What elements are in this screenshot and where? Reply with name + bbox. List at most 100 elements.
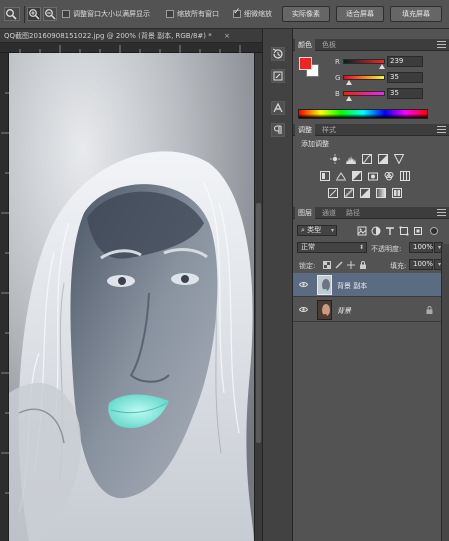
resize-windows-label: 调整窗口大小以满屏显示: [73, 10, 150, 18]
hue-saturation-icon[interactable]: [320, 171, 330, 181]
zoom-in-icon[interactable]: [27, 7, 41, 21]
canvas-vertical-scrollbar[interactable]: [254, 53, 262, 541]
zoom-tool-icon[interactable]: [4, 7, 20, 21]
zoom-out-icon[interactable]: [43, 7, 57, 21]
layers-panel-scrollbar[interactable]: [441, 244, 449, 541]
black-white-icon[interactable]: [352, 171, 362, 181]
layer-row-background-copy[interactable]: 背景 副本: [293, 273, 441, 297]
lock-position-icon[interactable]: [347, 261, 355, 269]
opacity-field[interactable]: 100%: [409, 242, 433, 253]
vertical-ruler: [0, 53, 9, 541]
brightness-contrast-icon[interactable]: [330, 154, 340, 164]
inverted-portrait-image: [9, 53, 254, 541]
options-bar: 调整窗口大小以满屏显示 缩放所有窗口 细微缩放 实际像素 适合屏幕 填充屏幕: [0, 0, 449, 29]
blue-slider[interactable]: [343, 91, 385, 101]
blue-value-field[interactable]: 35: [387, 88, 423, 99]
green-slider[interactable]: [343, 75, 385, 85]
scrollbar-thumb[interactable]: [256, 203, 261, 443]
posterize-icon[interactable]: [344, 188, 354, 198]
tab-layers[interactable]: 图层: [295, 207, 315, 219]
channel-mixer-icon[interactable]: [384, 171, 394, 181]
fill-label: 填充:: [390, 262, 407, 270]
red-slider-handle[interactable]: [379, 64, 386, 69]
tab-paths[interactable]: 路径: [343, 207, 363, 219]
zoom-all-windows-label: 缩放所有窗口: [177, 10, 219, 18]
chevron-down-icon: ⬍: [358, 244, 364, 251]
character-icon[interactable]: [271, 101, 285, 115]
layers-panel-menu-icon[interactable]: [437, 209, 446, 216]
threshold-icon[interactable]: [360, 188, 370, 198]
history-icon[interactable]: [271, 47, 285, 61]
zoom-all-windows-checkbox[interactable]: [166, 10, 174, 18]
invert-icon[interactable]: [328, 188, 338, 198]
tab-color[interactable]: 颜色: [295, 39, 315, 51]
scrubby-zoom-checkbox[interactable]: [233, 7, 241, 18]
color-lookup-icon[interactable]: [400, 171, 410, 181]
chevron-down-icon: ▾: [330, 227, 334, 234]
filter-kind-value: 类型: [307, 226, 322, 234]
eye-icon[interactable]: [299, 281, 308, 288]
close-document-icon[interactable]: ×: [224, 29, 230, 42]
blue-slider-handle[interactable]: [345, 96, 352, 101]
red-value-field[interactable]: 239: [387, 56, 423, 67]
document-canvas[interactable]: [9, 53, 254, 541]
fill-screen-button[interactable]: 填充屏幕: [390, 6, 442, 22]
vibrance-icon[interactable]: [394, 154, 404, 164]
search-icon: ⌕: [301, 226, 305, 234]
blue-channel-label: B: [335, 90, 340, 98]
selective-color-icon[interactable]: [392, 188, 402, 198]
layer-thumbnail: [317, 275, 332, 295]
fill-field[interactable]: 100%: [409, 259, 433, 270]
green-channel-label: G: [335, 74, 341, 82]
eye-icon[interactable]: [299, 306, 308, 313]
layers-panel-tabs: 图层 通道 路径: [293, 207, 449, 219]
foreground-color-swatch[interactable]: [299, 57, 312, 70]
adjustments-panel-menu-icon[interactable]: [437, 126, 446, 133]
resize-windows-checkbox[interactable]: [62, 10, 70, 18]
document-tab[interactable]: QQ截图20160908151022.jpg @ 200% (背景 副本, RG…: [0, 29, 262, 43]
layer-name: 背景 副本: [337, 282, 368, 290]
green-slider-handle[interactable]: [345, 80, 352, 85]
color-panel-menu-icon[interactable]: [437, 41, 446, 48]
right-panels: 颜色 色板 R 239 G 35 B 35 调整 样式 添加调整 图层 通道 路…: [293, 29, 449, 541]
tab-channels[interactable]: 通道: [319, 207, 339, 219]
color-spectrum-ramp[interactable]: [298, 109, 428, 119]
panel-icon-strip: [262, 29, 293, 541]
filter-type-icon[interactable]: [385, 226, 395, 236]
layer-name: 背景: [337, 307, 351, 315]
filter-pixel-icon[interactable]: [357, 226, 367, 236]
document-title: QQ截图20160908151022.jpg @ 200% (背景 副本, RG…: [4, 32, 212, 40]
green-value-field[interactable]: 35: [387, 72, 423, 83]
tab-swatches[interactable]: 色板: [319, 39, 339, 51]
color-balance-icon[interactable]: [336, 171, 346, 181]
blend-mode-value: 正常: [301, 243, 315, 251]
curves-icon[interactable]: [362, 154, 372, 164]
red-channel-label: R: [335, 58, 340, 66]
red-slider[interactable]: [343, 59, 386, 69]
blend-mode-select[interactable]: 正常 ⬍: [297, 242, 367, 253]
levels-icon[interactable]: [346, 154, 356, 164]
gradient-map-icon[interactable]: [376, 188, 386, 198]
lock-image-pixels-icon[interactable]: [335, 261, 343, 269]
filter-shape-icon[interactable]: [399, 226, 409, 236]
actual-pixels-button[interactable]: 实际像素: [282, 6, 330, 22]
adjustments-panel-tabs: 调整 样式: [293, 124, 449, 136]
filter-adjustment-icon[interactable]: [371, 226, 381, 236]
paragraph-icon[interactable]: [271, 123, 285, 137]
opacity-label: 不透明度:: [371, 245, 402, 253]
layer-filter-kind-select[interactable]: ⌕ 类型 ▾: [297, 225, 337, 236]
tool-presets-icon[interactable]: [271, 69, 285, 83]
scrubby-zoom-label: 细微缩放: [244, 10, 272, 18]
filter-toggle-icon[interactable]: [429, 226, 439, 236]
lock-icon: [426, 306, 433, 314]
photo-filter-icon[interactable]: [368, 171, 378, 181]
lock-transparent-pixels-icon[interactable]: [323, 261, 331, 269]
layer-thumbnail: [317, 300, 332, 320]
filter-smart-object-icon[interactable]: [413, 226, 423, 236]
tab-styles[interactable]: 样式: [319, 124, 339, 136]
exposure-icon[interactable]: [378, 154, 388, 164]
lock-all-icon[interactable]: [359, 261, 367, 269]
fit-screen-button[interactable]: 适合屏幕: [336, 6, 384, 22]
tab-adjustments[interactable]: 调整: [295, 124, 315, 136]
layer-row-background[interactable]: 背景: [293, 298, 441, 322]
